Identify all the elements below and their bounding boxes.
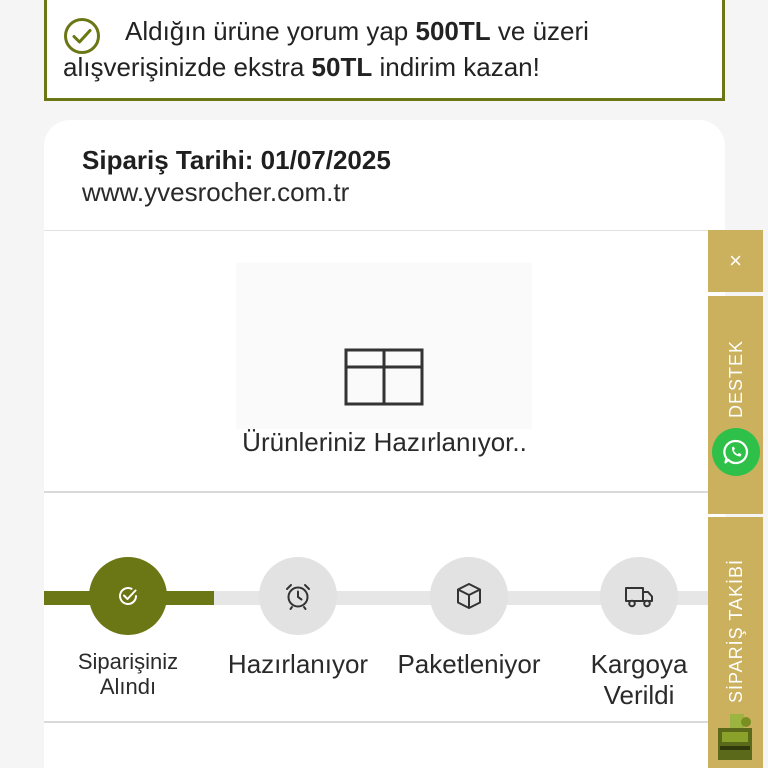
step-preparing-circle xyxy=(259,557,337,635)
promo-text: Aldığın ürüne yorum yap 500TL ve üzeri a… xyxy=(63,16,589,82)
step-preparing-label: Hazırlanıyor xyxy=(227,649,369,679)
store-website: www.yvesrocher.com.tr xyxy=(82,177,350,207)
box-icon xyxy=(457,583,481,609)
order-header: Sipariş Tarihi: 01/07/2025 www.yvesroche… xyxy=(44,120,725,231)
step-packaging-label: Paketleniyor xyxy=(397,649,541,679)
package-tracking-icon xyxy=(718,714,752,760)
promo-amount-1: 500TL xyxy=(415,16,491,46)
order-date: Sipariş Tarihi: 01/07/2025 xyxy=(82,145,391,175)
order-tracking-tab-label: SİPARİŞ TAKİBİ xyxy=(726,558,746,703)
side-widget-close-button[interactable]: × xyxy=(708,230,763,292)
check-circle-icon xyxy=(64,18,100,54)
truck-icon xyxy=(625,587,653,608)
order-progress-steps: Siparişiniz Alındı Hazırlanıyor Paketleni… xyxy=(44,495,725,723)
support-tab-label: DESTEK xyxy=(726,339,746,418)
step-received-label: Siparişiniz Alındı xyxy=(77,649,179,699)
step-packaging-circle xyxy=(430,557,508,635)
step-shipped-circle xyxy=(600,557,678,635)
products-grid-icon xyxy=(344,348,424,406)
support-tab[interactable]: DESTEK xyxy=(708,296,763,514)
whatsapp-icon xyxy=(723,439,749,465)
preparation-status-text: Ürünleriniz Hazırlanıyor.. xyxy=(242,427,527,457)
order-card: Sipariş Tarihi: 01/07/2025 www.yvesroche… xyxy=(44,120,725,768)
step-received-circle xyxy=(89,557,167,635)
alarm-clock-icon xyxy=(286,584,310,610)
promo-banner: Aldığın ürüne yorum yap 500TL ve üzeri a… xyxy=(44,0,725,101)
close-icon: × xyxy=(729,248,742,273)
step-shipped-label: Kargoya Verildi xyxy=(590,649,688,710)
whatsapp-button[interactable] xyxy=(712,428,760,476)
preparation-panel: Ürünleriniz Hazırlanıyor.. xyxy=(44,231,725,493)
check-circle-icon xyxy=(119,587,137,605)
promo-amount-2: 50TL xyxy=(311,52,373,82)
